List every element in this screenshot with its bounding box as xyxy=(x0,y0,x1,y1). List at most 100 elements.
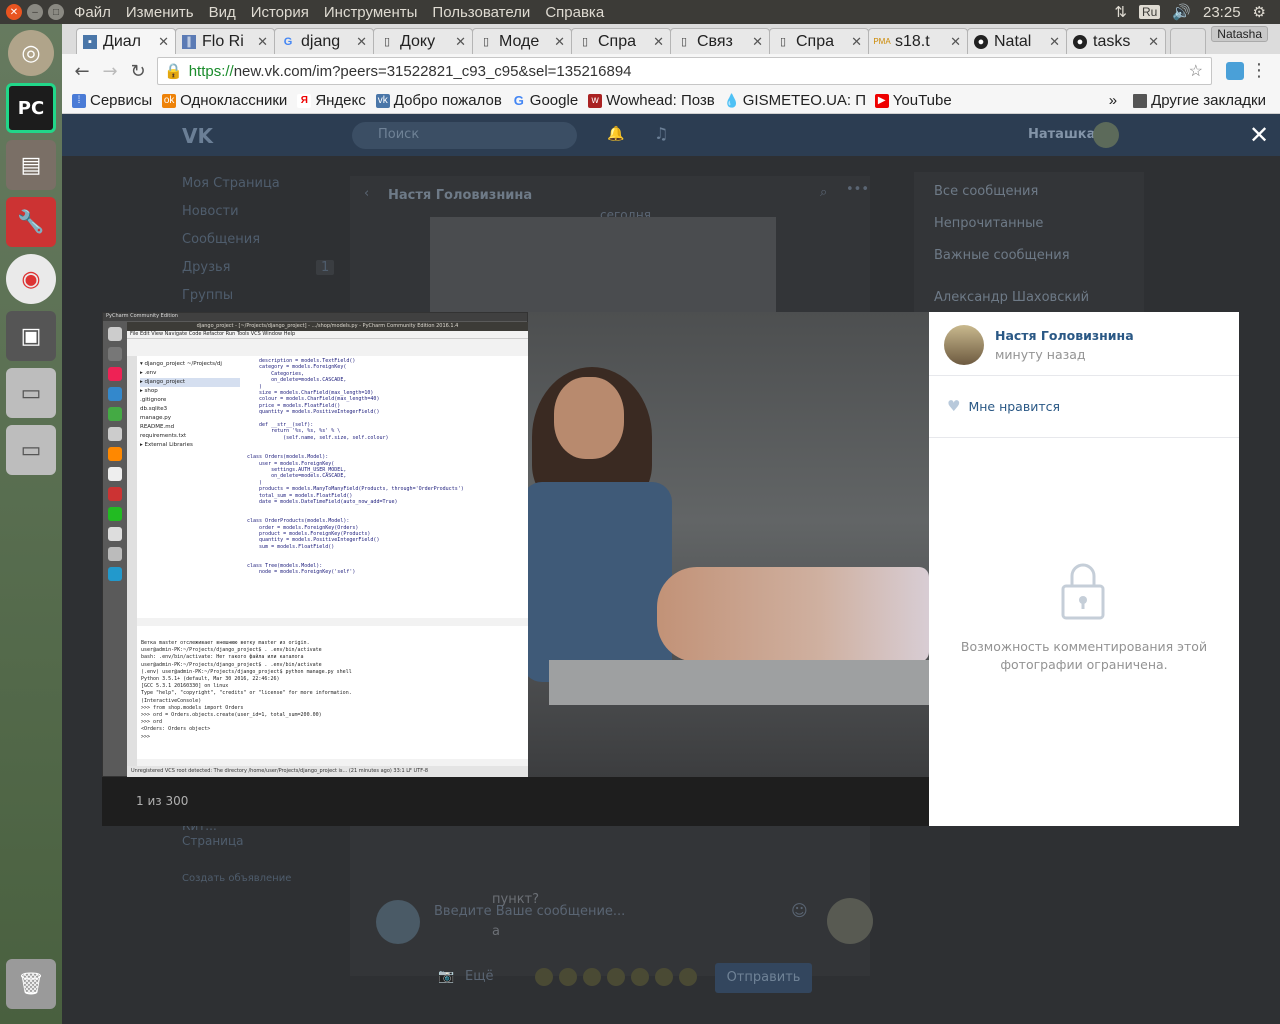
bookmark-gismeteo[interactable]: 💧 GISMETEO.UA: П xyxy=(725,92,865,109)
system-settings-icon[interactable]: 🔧 xyxy=(6,197,56,247)
vk-search-input[interactable]: Поиск xyxy=(352,122,577,149)
vk-username[interactable]: Наташка xyxy=(1028,127,1095,142)
tab-flo[interactable]: ∥ Flo Ri ✕ xyxy=(175,28,275,54)
extension-icon[interactable] xyxy=(1226,62,1244,80)
menu-item-users[interactable]: Пользователи xyxy=(432,4,530,21)
close-tab-icon[interactable]: ✕ xyxy=(158,34,169,50)
smile-icon[interactable] xyxy=(559,968,577,986)
bookmark-google[interactable]: G Google xyxy=(512,92,578,109)
bookmark-vk[interactable]: vk Добро пожалов xyxy=(375,92,502,109)
menu-item-help[interactable]: Справка xyxy=(545,4,604,21)
smile-icon[interactable] xyxy=(679,968,697,986)
close-tab-icon[interactable]: ✕ xyxy=(257,34,268,50)
camera-icon[interactable]: 📷 xyxy=(438,969,454,984)
network-icon[interactable]: ⇅ xyxy=(1114,3,1127,21)
more-bookmarks-chevron-icon[interactable]: » xyxy=(1109,92,1117,109)
tab-dialogs[interactable]: ▪ Диал ✕ xyxy=(76,28,176,54)
new-tab-button[interactable] xyxy=(1170,28,1206,54)
ubuntu-dash-icon[interactable]: ◎ xyxy=(8,30,54,76)
drive-icon-2[interactable]: ▭ xyxy=(6,425,56,475)
close-tab-icon[interactable]: ✕ xyxy=(851,34,862,50)
avatar[interactable] xyxy=(1093,122,1119,148)
smile-icon[interactable] xyxy=(583,968,601,986)
vk-logo-icon[interactable]: VK xyxy=(182,124,213,148)
more-attach-button[interactable]: Ещё xyxy=(465,969,493,984)
keyboard-layout-indicator[interactable]: Ru xyxy=(1138,5,1161,19)
menu-messages[interactable]: Сообщения xyxy=(182,232,280,260)
chrome-icon[interactable]: ◉ xyxy=(6,254,56,304)
tab-github-natasha[interactable]: ● Natal ✕ xyxy=(967,28,1067,54)
profile-badge[interactable]: Natasha xyxy=(1211,26,1268,42)
photo-time[interactable]: минуту назад xyxy=(995,347,1086,362)
message-input[interactable]: Введите Ваше сообщение... xyxy=(434,896,812,946)
search-icon[interactable]: ⌕ xyxy=(820,185,827,200)
close-tab-icon[interactable]: ✕ xyxy=(1049,34,1060,50)
reload-icon[interactable]: ↻ xyxy=(124,61,152,82)
close-tab-icon[interactable]: ✕ xyxy=(1148,34,1159,50)
tab-github-tasks[interactable]: ● tasks ✕ xyxy=(1066,28,1166,54)
chrome-menu-icon[interactable]: ⋮ xyxy=(1250,60,1268,81)
tab-docs[interactable]: ▯ Доку ✕ xyxy=(373,28,473,54)
filter-unread[interactable]: Непрочитанные xyxy=(934,216,1144,248)
bookmark-star-icon[interactable]: ☆ xyxy=(1189,61,1203,81)
conversation-title[interactable]: Настя Головизнина xyxy=(388,188,532,203)
bookmark-youtube[interactable]: ▶ YouTube xyxy=(874,92,952,109)
menu-item-history[interactable]: История xyxy=(251,4,309,21)
music-icon[interactable]: ♫ xyxy=(654,124,668,143)
forward-arrow-icon[interactable]: → xyxy=(96,61,124,82)
window-close-icon[interactable]: ✕ xyxy=(6,4,22,20)
like-button[interactable]: ♥ Мне нравится xyxy=(947,397,1060,415)
address-bar[interactable]: 🔒 https:// new.vk.com/im?peers=31522821_… xyxy=(157,57,1212,85)
menu-item-tools[interactable]: Инструменты xyxy=(324,4,418,21)
filter-important[interactable]: Важные сообщения xyxy=(934,248,1144,280)
photo[interactable]: PyCharm Community Edition django_project… xyxy=(102,312,929,777)
menu-news[interactable]: Новости xyxy=(182,204,280,232)
volume-icon[interactable]: 🔊 xyxy=(1172,3,1191,21)
menu-item-file[interactable]: Файл xyxy=(74,4,111,21)
more-dots-icon[interactable]: ••• xyxy=(846,182,869,197)
close-viewer-icon[interactable]: ✕ xyxy=(1249,121,1269,149)
photo-author[interactable]: Настя Головизнина xyxy=(995,328,1134,343)
bookmark-services[interactable]: ⁞ Сервисы xyxy=(72,92,152,109)
window-minimize-icon[interactable]: – xyxy=(27,4,43,20)
trash-icon[interactable]: 🗑 xyxy=(6,959,56,1009)
pycharm-icon[interactable]: PC xyxy=(6,83,56,133)
menu-item-edit[interactable]: Изменить xyxy=(126,4,194,21)
close-tab-icon[interactable]: ✕ xyxy=(653,34,664,50)
tab-django-search[interactable]: Gdjang ✕ xyxy=(274,28,374,54)
back-arrow-icon[interactable]: ← xyxy=(68,61,96,82)
bookmark-wowhead[interactable]: w Wowhead: Позв xyxy=(588,92,715,109)
bookmark-yandex[interactable]: Я Яндекс xyxy=(297,92,366,109)
tab-relations[interactable]: ▯ Связ ✕ xyxy=(670,28,770,54)
emoji-icon[interactable]: ☺ xyxy=(791,901,808,920)
save-disk-icon[interactable]: ▣ xyxy=(6,311,56,361)
notifications-bell-icon[interactable]: 🔔 xyxy=(607,126,624,142)
tab-models[interactable]: ▯ Моде ✕ xyxy=(472,28,572,54)
close-tab-icon[interactable]: ✕ xyxy=(455,34,466,50)
settings-gear-icon[interactable]: ⚙ xyxy=(1253,3,1266,21)
back-chevron-icon[interactable]: ‹ xyxy=(364,186,369,201)
bookmark-odnoklassniki[interactable]: ok Одноклассники xyxy=(162,92,287,109)
filter-all-messages[interactable]: Все сообщения xyxy=(934,184,1144,216)
close-tab-icon[interactable]: ✕ xyxy=(554,34,565,50)
smile-icon[interactable] xyxy=(535,968,553,986)
avatar[interactable] xyxy=(944,325,984,365)
close-tab-icon[interactable]: ✕ xyxy=(950,34,961,50)
menu-item-view[interactable]: Вид xyxy=(209,4,236,21)
menu-friends[interactable]: Друзья 1 xyxy=(182,260,335,288)
tab-s18[interactable]: PMA s18.t ✕ xyxy=(868,28,968,54)
send-button[interactable]: Отправить xyxy=(715,963,812,993)
clock[interactable]: 23:25 xyxy=(1203,4,1241,21)
window-maximize-icon[interactable]: □ xyxy=(48,4,64,20)
other-bookmarks[interactable]: Другие закладки xyxy=(1133,92,1266,109)
drive-icon[interactable]: ▭ xyxy=(6,368,56,418)
close-tab-icon[interactable]: ✕ xyxy=(356,34,367,50)
close-tab-icon[interactable]: ✕ xyxy=(752,34,763,50)
left-footer-page[interactable]: Страница xyxy=(182,834,244,848)
files-icon[interactable]: ▤ xyxy=(6,140,56,190)
tab-reference-1[interactable]: ▯ Спра ✕ xyxy=(571,28,671,54)
smile-icon[interactable] xyxy=(655,968,673,986)
smile-icon[interactable] xyxy=(631,968,649,986)
menu-my-page[interactable]: Моя Страница xyxy=(182,176,280,204)
smile-icon[interactable] xyxy=(607,968,625,986)
